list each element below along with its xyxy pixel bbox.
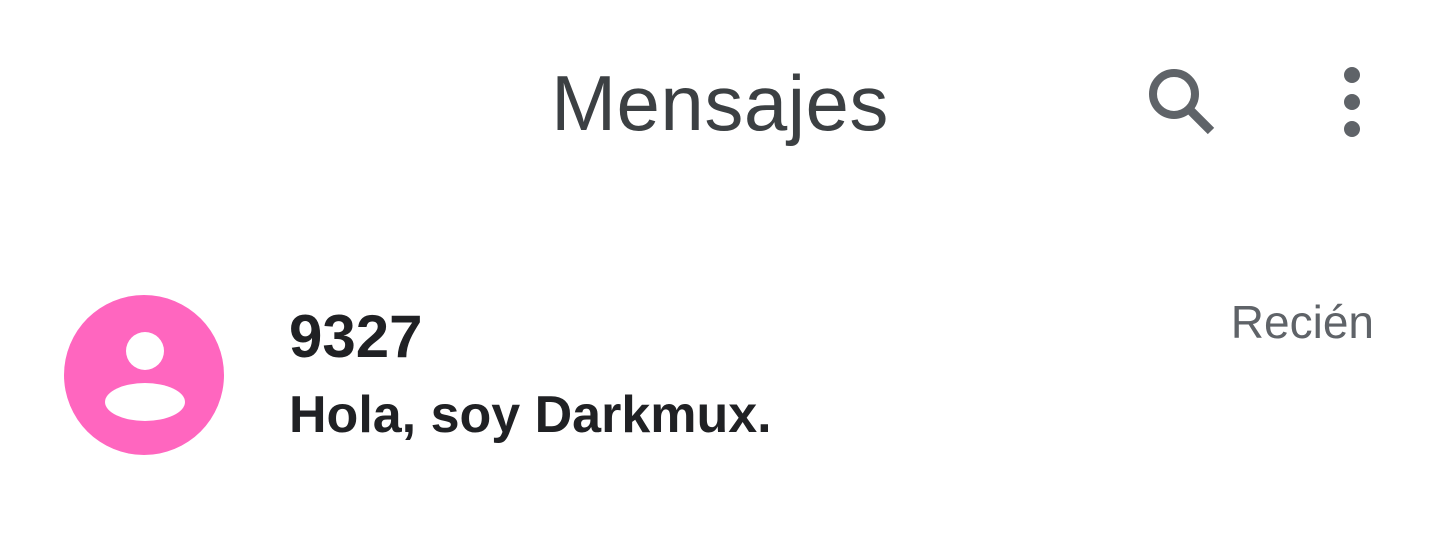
conversation-snippet: Hola, soy Darkmux. (289, 386, 772, 444)
more-vert-icon (1344, 67, 1360, 137)
conversation-list-item[interactable]: 9327 Hola, soy Darkmux. Recién (0, 270, 1440, 480)
conversation-sender: 9327 (289, 303, 423, 370)
person-icon (105, 332, 185, 421)
top-app-bar: Mensajes (0, 0, 1440, 210)
search-icon (1149, 69, 1215, 135)
avatar[interactable] (64, 295, 224, 455)
search-button[interactable] (1134, 54, 1230, 150)
conversation-timestamp: Recién (1230, 296, 1374, 348)
more-options-button[interactable] (1304, 54, 1400, 150)
